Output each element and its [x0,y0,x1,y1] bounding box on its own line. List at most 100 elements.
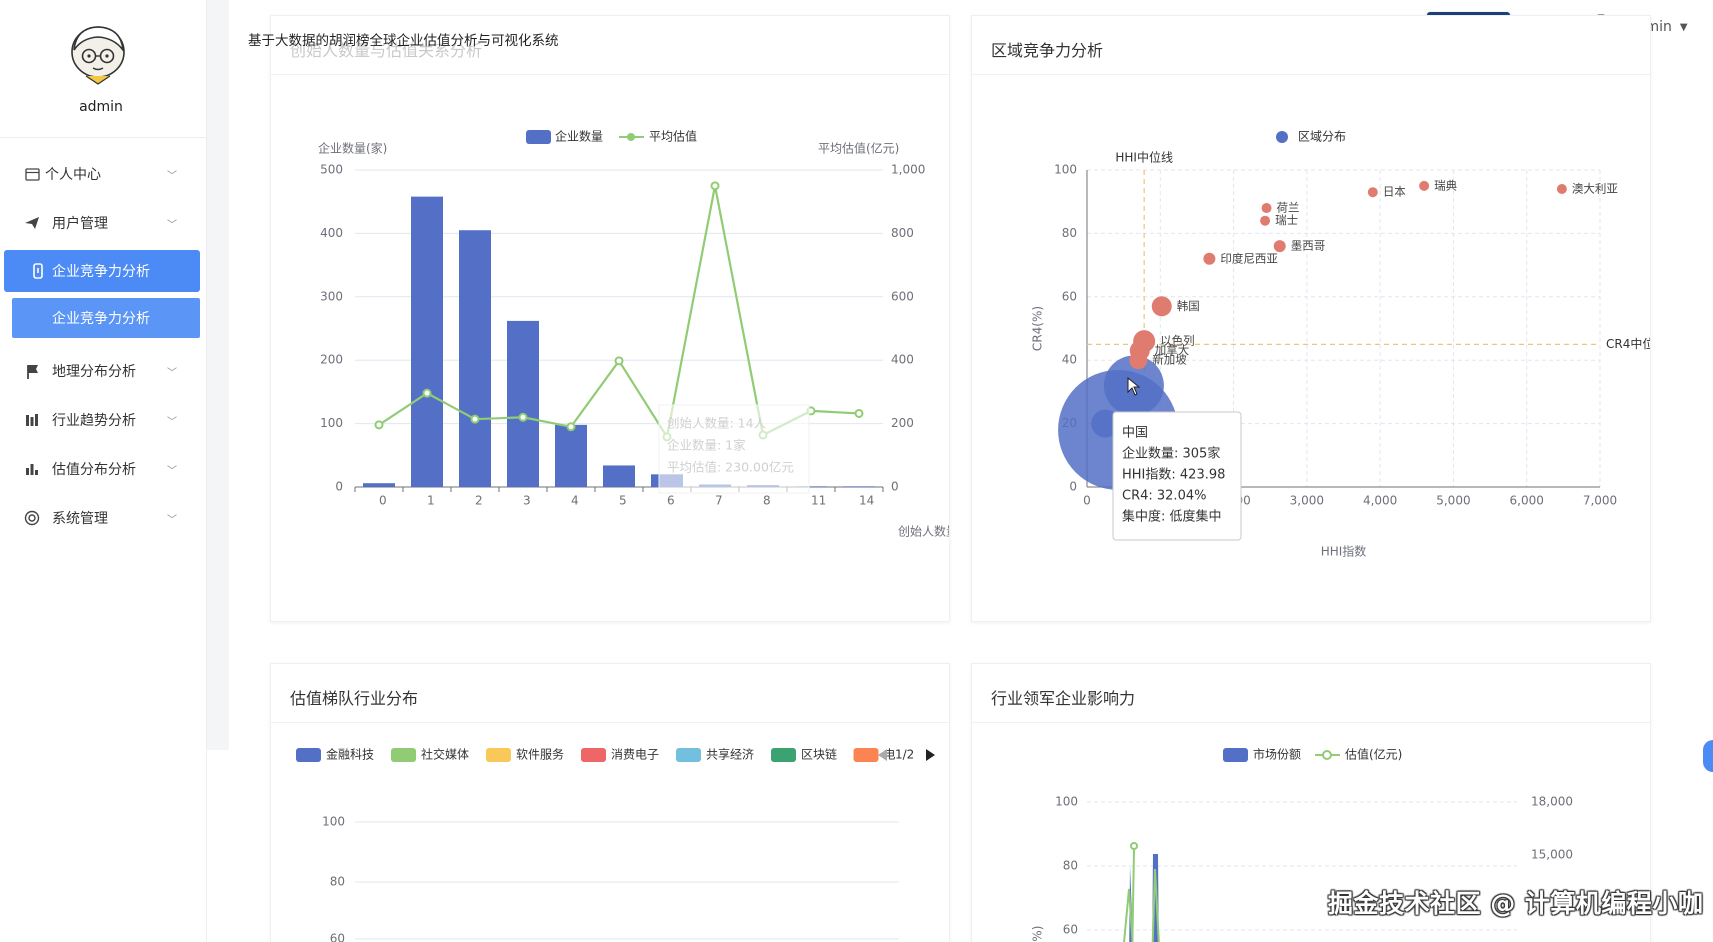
legend-label: 平均估值 [649,129,697,144]
chevron-down-icon: ﹀ [167,416,177,428]
y-right-tick-label: 200 [891,416,914,430]
x-tick-label: 3 [523,494,531,508]
y-tick-label: 100 [320,416,343,430]
point-label: 墨西哥 [1291,239,1326,253]
chevron-down-icon: ﹀ [167,170,177,182]
y-right-tick-label: 600 [891,289,914,303]
scatter-point [1556,184,1567,195]
point-label: 日本 [1383,185,1406,199]
legend-swatch [1276,131,1288,143]
caret-down-icon: ▼ [1679,21,1688,33]
line-point [470,414,480,424]
line-point [422,388,432,398]
sidebar-item-label: 估值分布分析 [52,462,136,478]
point-label: 澳大利亚 [1572,182,1618,196]
sidebar-item-trend[interactable]: 行业趋势分析 ﹀ [0,398,207,442]
sidebar-shadow [207,0,229,750]
sidebar-item-label: 企业竞争力分析 [52,264,150,280]
sidebar-item-valuation[interactable]: 估值分布分析 ﹀ [0,447,207,491]
y-tick-label: 100 [1054,163,1077,177]
x-tick-label: 8 [763,494,771,508]
tooltip-text: 企业数量: 1家 [667,438,746,453]
watermark: 掘金技术社区 @ 计算机编程小咖 [1328,889,1704,918]
sidebar-item-geo[interactable]: 地理分布分析 ﹀ [0,349,207,393]
x-tick-label: 4 [571,494,579,508]
x-tick-label: 4,000 [1363,494,1397,508]
line-series [378,185,860,440]
line-point [374,420,384,430]
tooltip-text: CR4: 32.04% [1122,489,1206,504]
x-tick-label: 5 [619,494,627,508]
y-tick-label: 80 [330,875,345,889]
y-tick-label: 60 [1062,289,1077,303]
y-tick-label: 40 [1062,353,1077,367]
line-point [566,422,576,432]
sidebar-item-profile[interactable]: 个人中心 ﹀ [0,152,207,196]
chevron-down-icon: ﹀ [167,514,177,526]
tooltip-text: 创始人数量: 14人 [667,416,767,431]
gear-icon [24,510,40,526]
line-point [854,408,864,418]
sidebar-item-system[interactable]: 系统管理 ﹀ [0,496,207,540]
sidebar-item-label: 行业趋势分析 [52,413,136,429]
legend-swatch [391,748,416,762]
pager-next-icon [926,749,935,761]
bar-book-icon [24,412,40,428]
bar-chart-icon [24,461,40,477]
legend-swatch [771,748,796,762]
line-point [710,181,720,191]
regional-scatter-chart[interactable]: 02040608010001,0002,0003,0004,0005,0006,… [972,16,1651,622]
paper-plane-icon [24,215,40,231]
panel-valuation-tiers: 估值梯队行业分布 金融科技 社交媒体 软件服务 消费电子 共享经济 区块链电 1/2 60 80… [270,663,950,942]
sidebar-subitem-enterprise-analysis[interactable]: 企业竞争力分析 [12,298,200,338]
avatar[interactable] [66,22,130,88]
line-series [1131,848,1135,942]
tooltip-text: HHI指数: 423.98 [1122,468,1225,483]
y-right-tick-label: 1,000 [891,163,925,177]
y-tick-label: 80 [1062,226,1077,240]
scatter-point [1151,296,1172,317]
legend-swatch [853,748,879,762]
x-axis-label: 创始人数量 [898,524,950,539]
x-axis-label: HHI指数 [1321,544,1367,559]
profile-block: admin [0,0,206,138]
sidebar-item-label: 用户管理 [52,216,108,232]
point-label: 瑞士 [1275,213,1298,227]
legend-swatch [486,748,511,762]
line-point [1130,842,1138,850]
legend-label: 区域分布 [1298,130,1346,144]
y-right-tick-label: 800 [891,226,914,240]
y-right-tick-label: 18,000 [1531,795,1573,809]
x-tick-label: 6 [667,494,675,508]
legend-swatch [676,748,701,762]
line-point [614,356,624,366]
sidebar-item-label: 地理分布分析 [52,364,136,380]
median-label: HHI中位线 [1115,150,1173,165]
y-tick-label: 80 [1063,859,1078,873]
bar [363,483,395,487]
legend-swatch [627,133,635,141]
sidebar-item-users[interactable]: 用户管理 ﹀ [0,201,207,245]
tooltip-text: 企业数量: 305家 [1122,446,1220,462]
y-right-axis-label: 平均估值(亿元) [818,141,899,156]
sidebar-item-label: 企业竞争力分析 [52,311,150,327]
id-card-icon [24,166,40,182]
floating-handle[interactable] [1703,740,1713,772]
chevron-down-icon: ﹀ [167,465,177,477]
scatter-point [1419,180,1430,191]
legend-label: 消费电子 [611,748,659,762]
valuation-tier-chart[interactable]: 金融科技 社交媒体 软件服务 消费电子 共享经济 区块链电 1/26080100 [271,664,950,942]
founders-valuation-chart[interactable]: 0 100 200 300 400 500 0 200 400 600 800 1,000 企业数量(家… [271,16,950,622]
y-right-tick-label: 15,000 [1531,848,1573,862]
legend-swatch [581,748,606,762]
flag-icon [24,363,40,379]
legend-label: 共享经济 [706,747,754,762]
x-tick-label: 7,000 [1583,494,1617,508]
sidebar-item-enterprise-analysis[interactable]: 企业竞争力分析 [4,250,200,292]
legend-label: 区块链 [801,747,837,762]
x-tick-label: 0 [1083,494,1091,508]
bar [555,424,587,487]
x-tick-label: 6,000 [1510,494,1544,508]
point-label: 韩国 [1177,299,1200,313]
legend-swatch [1223,748,1248,762]
